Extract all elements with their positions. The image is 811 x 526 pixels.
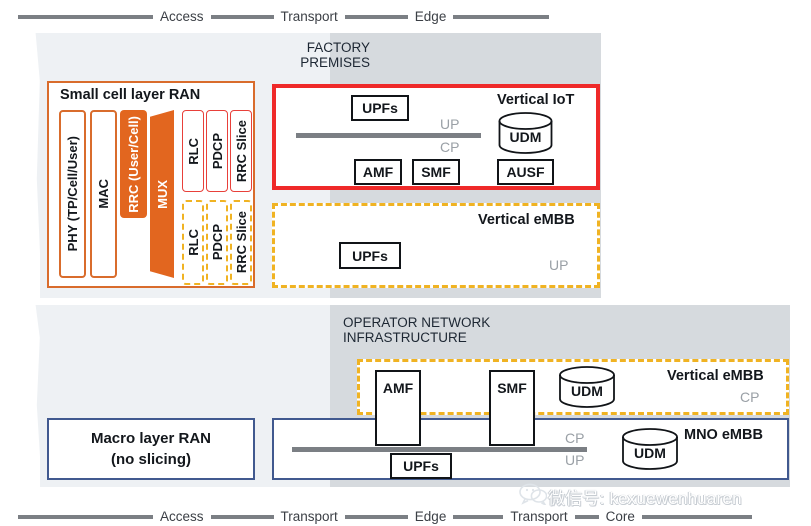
vertical-iot-smf: SMF [412,159,460,185]
ruler-label-edge: Edge [414,9,447,25]
mno-embb-bus [292,447,587,452]
ran-layer-rrc-label: RRC (User/Cell) [126,115,141,213]
ruler-segment [453,15,550,19]
small-cell-ran-title: Small cell layer RAN [60,87,201,103]
vertical-iot-udm-label: UDM [509,129,542,145]
ran-layer-rrc-slice: RRC Slice [230,110,252,192]
mno-embb-cp-label: CP [565,430,585,446]
bottom-ruler-label-core: Core [605,509,635,525]
ran-layer-mac: MAC [90,110,117,278]
ruler-label-access: Access [160,9,204,25]
vertical-embb-core-title: Vertical eMBB [667,368,764,384]
ruler-segment [18,15,153,19]
ran-layer-phy-label: PHY (TP/Cell/User) [65,136,80,252]
ruler-segment [641,515,752,519]
ruler-segment [453,515,504,519]
bottom-ruler-label-edge: Edge [414,509,447,525]
vertical-embb-edge-up-label: UP [549,257,569,273]
ran-layer-mux-label: MUX [154,179,170,209]
vertical-iot-amf: AMF [354,159,402,185]
macro-layer-ran-label: Macro layer RAN (no slicing) [47,418,255,480]
mno-embb-up-label: UP [565,452,585,468]
vertical-embb-edge-upfs: UPFs [339,242,401,269]
ran-layer-mac-label: MAC [96,179,111,209]
bottom-ruler-label-transport2: Transport [510,509,568,525]
watermark-text: 微信号: kexuewenhuaren [548,489,742,508]
ruler-label-transport: Transport [280,9,338,25]
bottom-ruler-label-access: Access [160,509,204,525]
mno-embb-udm-cylinder: UDM [620,428,680,470]
vertical-iot-title: Vertical IoT [497,92,575,108]
vertical-embb-core-cp-label: CP [740,389,760,405]
ran-layer-rrc-slice-label: RRC Slice [233,119,249,183]
ruler-segment [210,515,274,519]
vertical-iot-upfs: UPFs [351,95,409,121]
ran-dashed-layer-pdcp: PDCP [206,200,228,285]
bottom-scale-ruler: Access Transport Edge Transport Core [18,508,798,526]
ran-layer-phy: PHY (TP/Cell/User) [59,110,86,278]
bottom-ruler-label-transport: Transport [280,509,338,525]
ruler-segment [574,515,599,519]
vertical-embb-core-amf: AMF [375,370,421,446]
mno-embb-udm-label: UDM [634,445,666,461]
ruler-segment [210,15,274,19]
vertical-iot-cp-label: CP [440,139,460,155]
factory-premises-label: FACTORY PREMISES [300,40,370,70]
ran-layer-rrc: RRC (User/Cell) [120,110,147,218]
diagram-canvas: Access Transport Edge FACTORY PREMISES S… [0,0,811,525]
operator-network-label: OPERATOR NETWORK INFRASTRUCTURE [343,315,491,345]
ran-layer-rlc: RLC [182,110,204,192]
vertical-embb-edge-title: Vertical eMBB [478,212,575,228]
macro-layer-ran-line2: (no slicing) [111,451,191,468]
vertical-iot-ausf: AUSF [497,159,554,185]
mno-embb-upfs: UPFs [390,453,452,479]
ran-dashed-layer-rlc-label: RLC [185,229,201,256]
wechat-icon [519,483,548,507]
ran-layer-rlc-label: RLC [185,137,201,165]
ran-layer-pdcp-label: PDCP [209,132,225,170]
ruler-segment [344,515,408,519]
mno-embb-title: MNO eMBB [684,427,763,443]
ran-dashed-layer-rrc-slice-label: RRC Slice [233,211,249,274]
vertical-iot-up-label: UP [440,116,460,132]
vertical-embb-core-smf: SMF [489,370,535,446]
ruler-segment [344,15,408,19]
ran-dashed-layer-pdcp-label: PDCP [209,224,225,261]
ruler-segment [18,515,153,519]
ran-dashed-layer-rrc-slice: RRC Slice [230,200,252,285]
vertical-iot-bus [296,133,481,138]
top-scale-ruler: Access Transport Edge [18,8,618,26]
vertical-embb-core-udm-cylinder: UDM [557,366,617,408]
ran-layer-pdcp: PDCP [206,110,228,192]
vertical-iot-udm-cylinder: UDM [497,112,554,154]
macro-layer-ran-line1: Macro layer RAN [90,430,212,447]
vertical-embb-core-udm-label: UDM [571,383,603,399]
ran-layer-mux: MUX [150,110,174,278]
ran-dashed-layer-rlc: RLC [182,200,204,285]
